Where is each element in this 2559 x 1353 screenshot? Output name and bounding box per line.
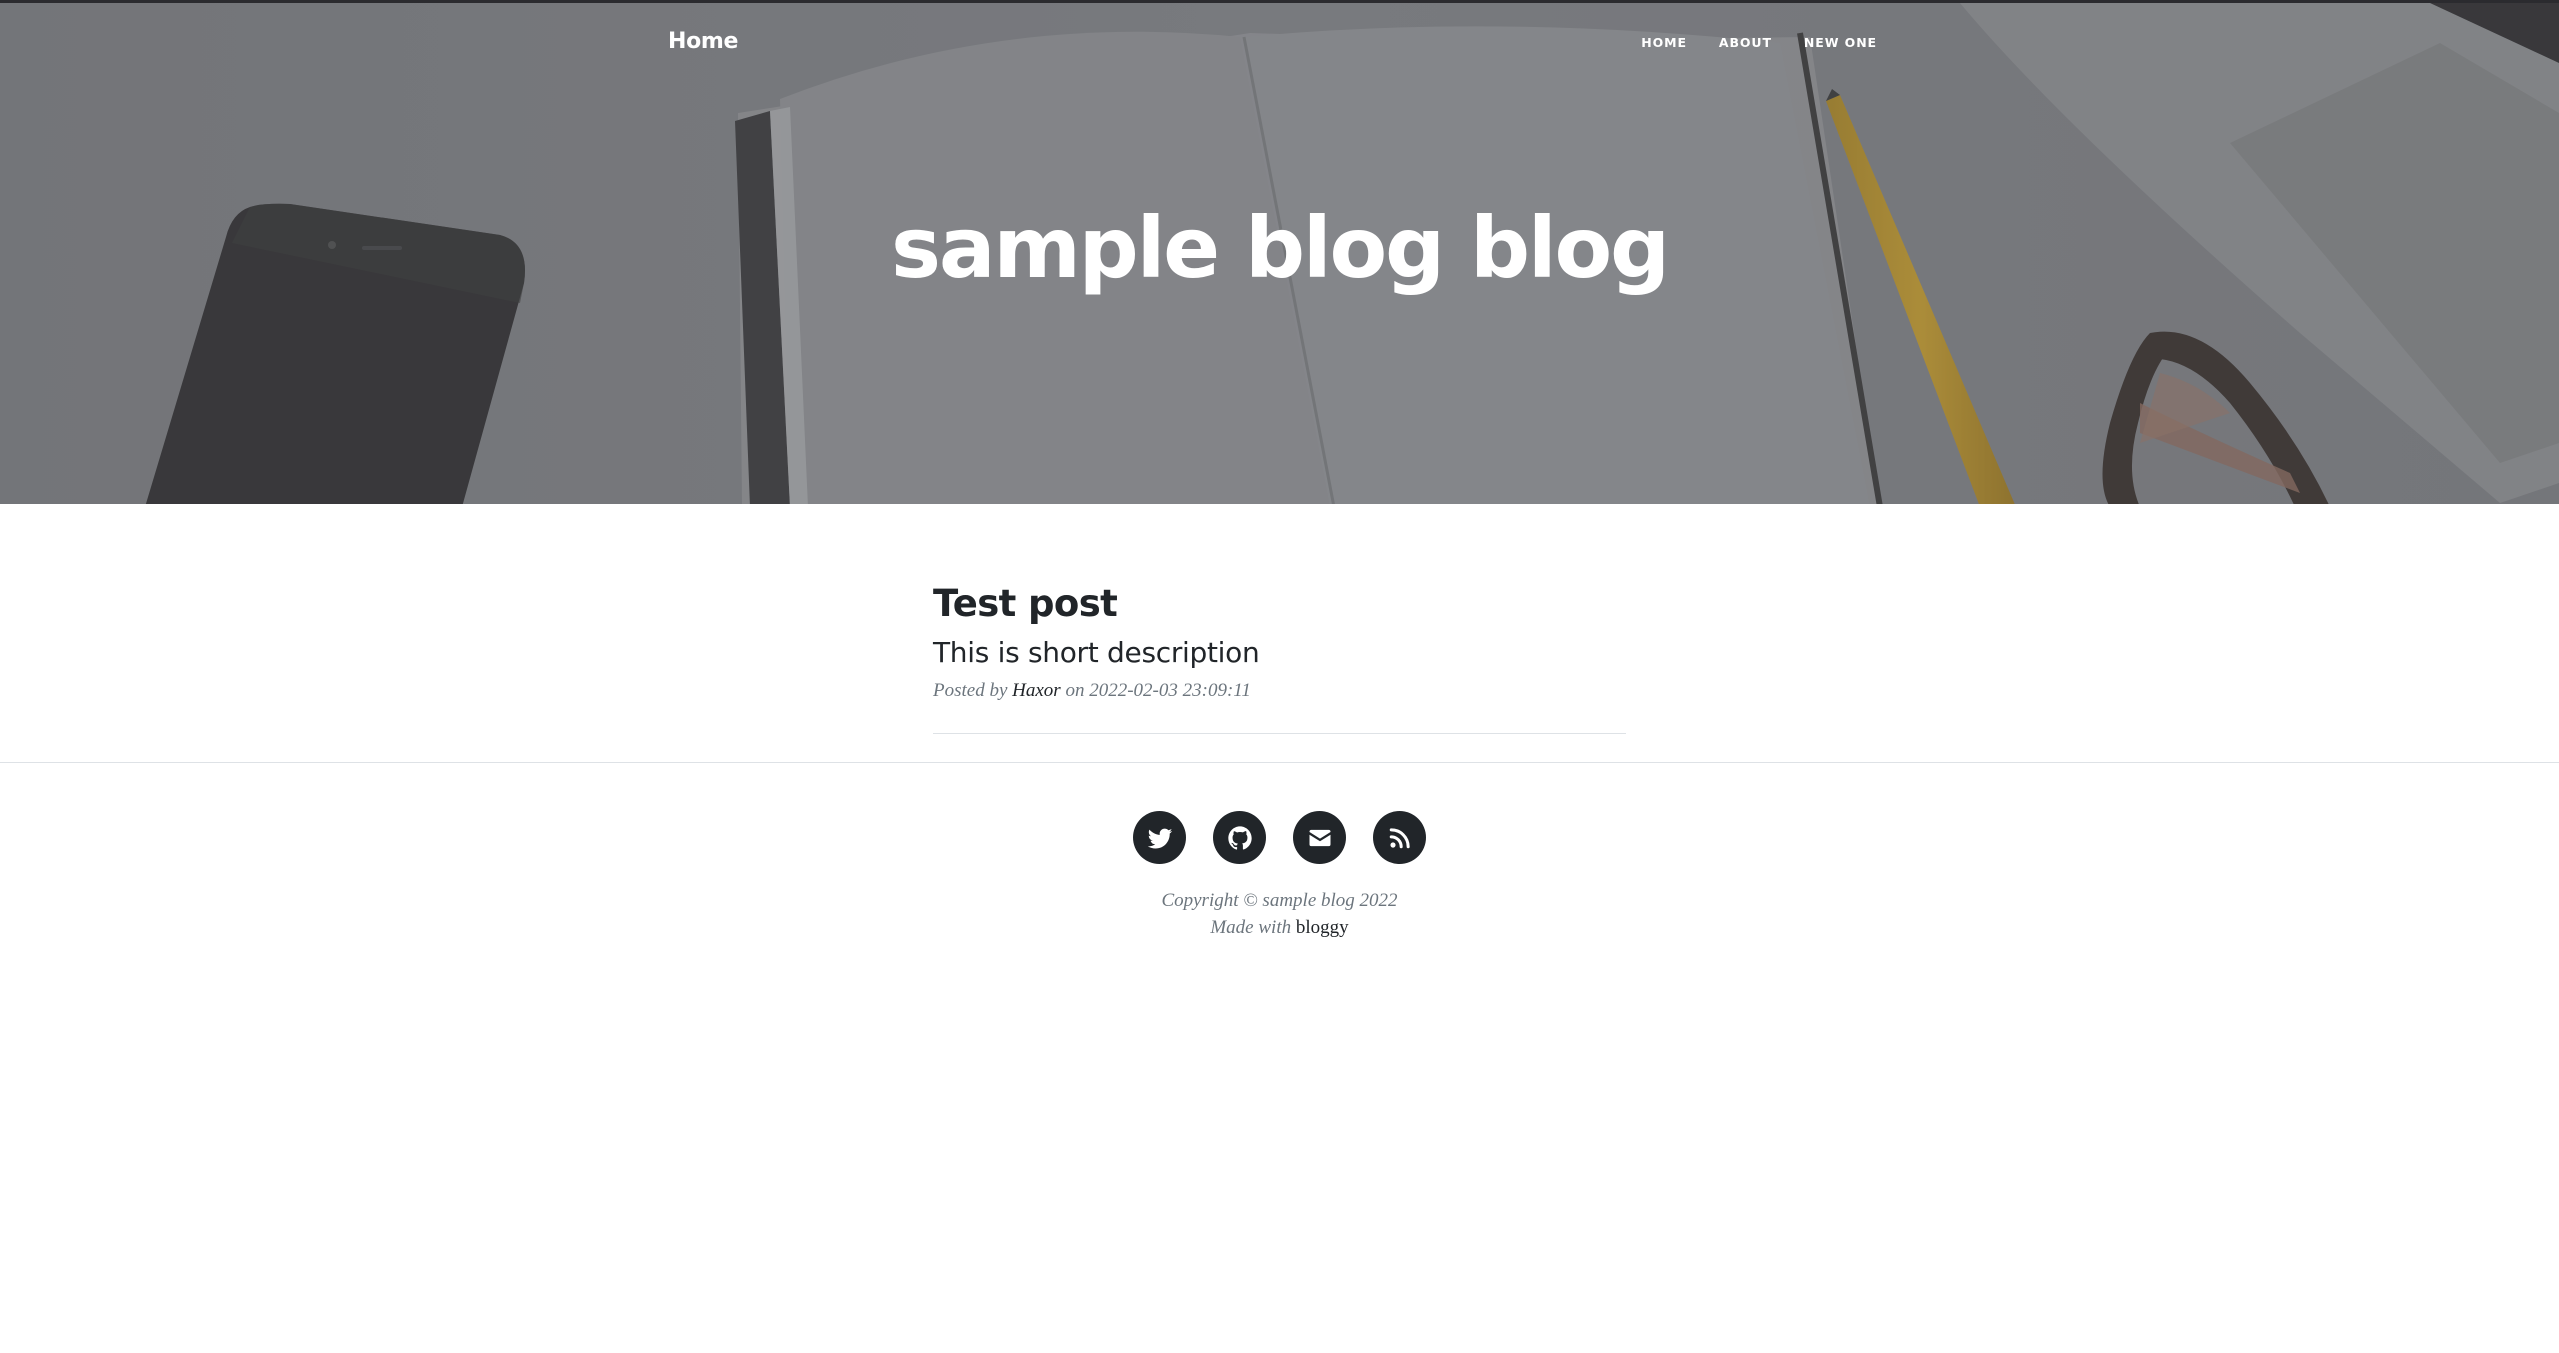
- github-button[interactable]: [1213, 811, 1266, 864]
- rss-icon: [1389, 827, 1410, 848]
- page-divider: [0, 762, 2559, 763]
- envelope-icon: [1309, 829, 1330, 846]
- post-meta: Posted by Haxor on 2022-02-03 23:09:11: [933, 680, 1626, 702]
- post-divider: [933, 733, 1626, 734]
- made-with-line: Made with bloggy: [0, 914, 2559, 941]
- twitter-icon: [1147, 828, 1172, 848]
- nav-links: HOME ABOUT NEW ONE: [1609, 35, 1877, 50]
- made-with-prefix: Made with: [1210, 917, 1292, 938]
- rss-button[interactable]: [1373, 811, 1426, 864]
- post-meta-on: on: [1065, 680, 1085, 701]
- post-title[interactable]: Test post: [933, 576, 1626, 632]
- nav-link-about[interactable]: ABOUT: [1719, 35, 1772, 50]
- bloggy-link[interactable]: bloggy: [1296, 917, 1349, 938]
- navbar: Home HOME ABOUT NEW ONE: [0, 3, 2559, 87]
- post-meta-prefix: Posted by: [933, 680, 1008, 701]
- post-list: Test post This is short description Post…: [933, 576, 1626, 734]
- post-preview-link[interactable]: Test post This is short description: [933, 576, 1626, 674]
- site-title: sample blog blog: [891, 199, 1670, 297]
- post-subtitle[interactable]: This is short description: [933, 632, 1626, 674]
- copyright-text: Copyright © sample blog 2022: [1161, 890, 1398, 911]
- nav-link-home[interactable]: HOME: [1641, 35, 1687, 50]
- social-links: [0, 811, 2559, 864]
- main-content: Test post This is short description Post…: [933, 576, 1626, 742]
- post-date: 2022-02-03 23:09:11: [1089, 680, 1251, 701]
- nav-link-new-one[interactable]: NEW ONE: [1804, 35, 1877, 50]
- copyright-block: Copyright © sample blog 2022 Made with b…: [0, 887, 2559, 941]
- nav-brand-home[interactable]: Home: [668, 29, 738, 54]
- email-button[interactable]: [1293, 811, 1346, 864]
- masthead: Home HOME ABOUT NEW ONE sample blog blog: [0, 0, 2559, 504]
- twitter-button[interactable]: [1133, 811, 1186, 864]
- github-icon: [1227, 825, 1252, 850]
- post-author-link[interactable]: Haxor: [1012, 680, 1061, 701]
